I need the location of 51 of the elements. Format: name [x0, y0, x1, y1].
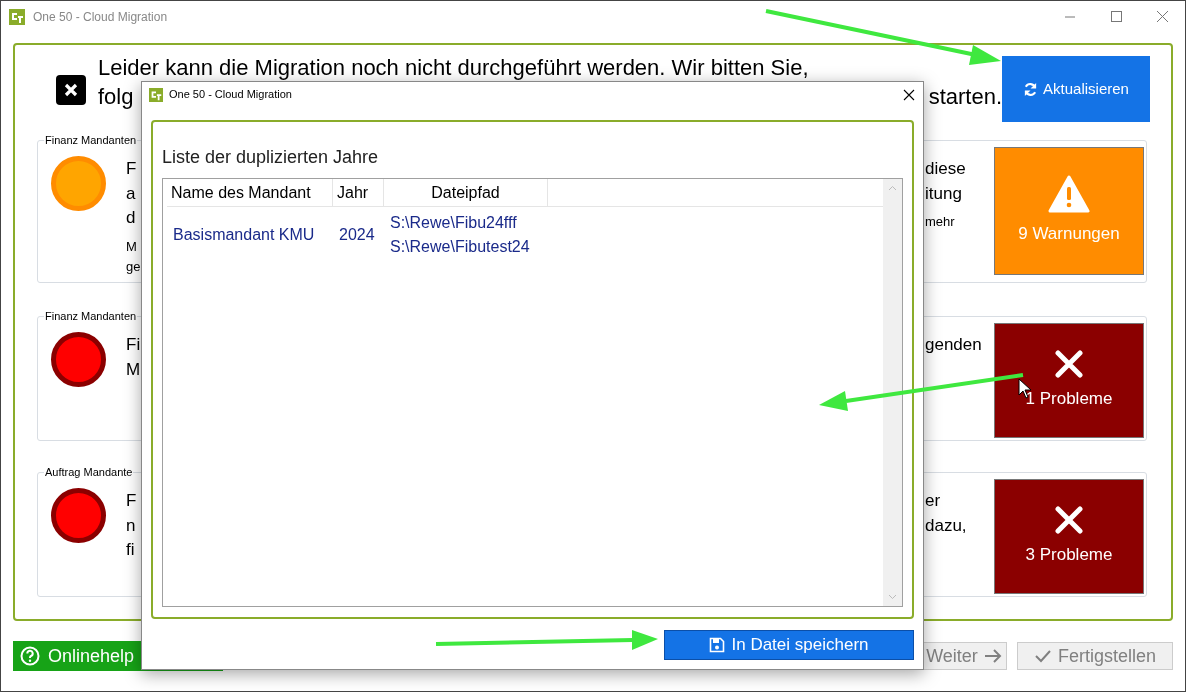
note-text: M: [126, 237, 138, 256]
description-text: a: [126, 182, 137, 205]
refresh-icon: [1023, 81, 1039, 97]
heading-text: Leider kann die Migration noch nicht durchgeführt werden. Wir bitten Sie,: [98, 54, 810, 82]
description-text: diese: [925, 158, 967, 180]
app-logo-icon: [9, 9, 25, 25]
column-header[interactable]: Name des Mandant: [167, 179, 333, 207]
description-text: Fi: [126, 334, 141, 356]
checkmark-icon: [1033, 648, 1052, 664]
refresh-button[interactable]: Aktualisieren: [1002, 56, 1150, 122]
app-logo-icon: [149, 87, 163, 102]
scrollbar[interactable]: [883, 179, 902, 606]
window-title: One 50 - Cloud Migration: [33, 9, 168, 26]
description-text: n: [126, 514, 137, 537]
group-label: Finanz Mandanten: [44, 309, 138, 323]
description-text: F: [126, 158, 138, 180]
problems-button[interactable]: 3 Probleme: [994, 479, 1144, 594]
description-text: genden: [925, 334, 983, 356]
warnings-button[interactable]: 9 Warnungen: [994, 147, 1144, 275]
table-cell-text: S:\Rewe\Fibu24fff: [390, 213, 518, 233]
arrow-right-icon: [983, 648, 1002, 664]
warning-icon: [1048, 175, 1090, 214]
note-text: ge: [126, 257, 141, 276]
column-header[interactable]: Jahr: [333, 179, 384, 207]
table-cell-text: 2024: [338, 225, 376, 245]
description-text: F: [126, 490, 137, 512]
x-icon: [1055, 505, 1083, 534]
table-cell-text: Basismandant KMU: [172, 225, 316, 245]
dialog-title: One 50 - Cloud Migration: [169, 87, 292, 103]
description-text: fi: [126, 539, 136, 561]
description-text: dazu,: [925, 514, 968, 537]
chevron-up-icon[interactable]: [888, 185, 897, 191]
heading-text: folg: [98, 83, 134, 111]
chevron-down-icon[interactable]: [888, 594, 897, 600]
help-icon: [20, 646, 40, 666]
group-label: Auftrag Mandante: [44, 465, 134, 479]
problems-button[interactable]: 1 Probleme: [994, 323, 1144, 438]
description-text: itung: [925, 182, 963, 205]
description-text: d: [126, 207, 137, 229]
description-text: er: [925, 490, 942, 512]
save-to-file-button[interactable]: In Datei speichern: [664, 630, 914, 660]
group-label: Finanz Mandanten: [44, 133, 138, 147]
close-icon[interactable]: [902, 87, 916, 102]
note-text: mehr: [925, 213, 956, 231]
heading-text: starten.: [928, 83, 1002, 111]
error-icon: [56, 75, 86, 105]
description-text: M: [126, 358, 141, 381]
column-header[interactable]: Dateipfad: [384, 179, 548, 207]
x-icon: [1055, 349, 1083, 378]
table-cell-text: S:\Rewe\Fibutest24: [390, 237, 530, 257]
list-heading: Liste der duplizierten Jahre: [162, 146, 380, 169]
